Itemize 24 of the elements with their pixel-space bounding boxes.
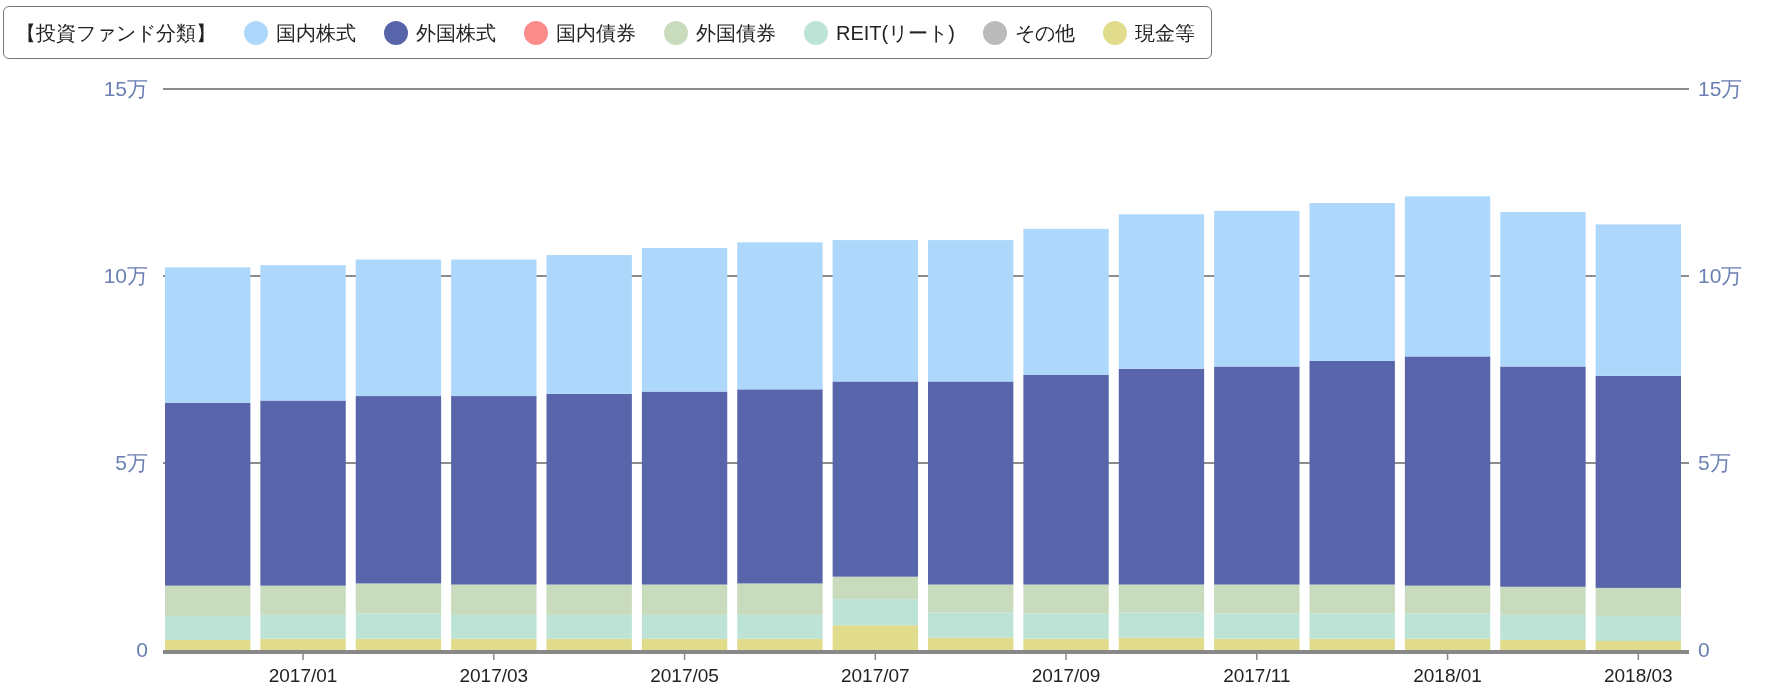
legend-label: その他 [1014,20,1075,46]
legend-label: 国内株式 [276,20,356,46]
y-axis-label: 15万 [103,77,148,100]
legend-label: 現金等 [1134,20,1195,46]
legend-label: 国内債券 [556,20,636,46]
x-axis-label: 2018/01 [1413,665,1482,686]
x-axis-label: 2017/01 [268,665,338,686]
legend-title: 【投資ファンド分類】 [16,20,216,46]
x-axis-label: 2017/11 [1223,665,1291,686]
x-axis-label: 2017/09 [1031,665,1101,686]
y-axis-label: 10万 [103,264,148,287]
x-axis-label: 2017/07 [840,665,910,686]
y-axis-label: 5万 [115,451,148,474]
y-axis-label: 15万 [1698,77,1743,100]
y-axis-label: 0 [136,638,148,661]
y-axis-label: 10万 [1698,264,1743,287]
x-axis-label: 2018/03 [1603,665,1673,686]
y-axis-label: 0 [1698,638,1710,661]
x-axis-label: 2017/03 [459,665,529,686]
x-axis-label: 2017/05 [650,665,719,686]
legend-label: REIT(リート) [836,20,955,46]
legend-label: 外国株式 [416,20,496,46]
y-axis-label: 5万 [1698,451,1731,474]
legend-label: 外国債券 [696,20,776,46]
